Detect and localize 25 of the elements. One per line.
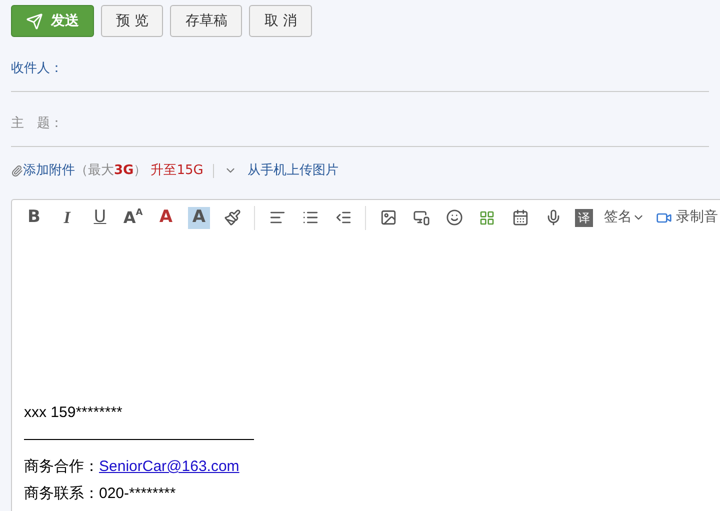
upgrade-link[interactable]: 升至15G: [150, 161, 204, 180]
bold-button[interactable]: B: [23, 206, 45, 228]
toolbar-button[interactable]: 取 消: [249, 5, 312, 37]
font-size-button[interactable]: A$^{A}$: [122, 206, 144, 228]
toolbar-button[interactable]: 存草稿: [170, 5, 242, 37]
underline-button[interactable]: U: [89, 206, 111, 228]
recipient-label: 收件人：: [11, 60, 63, 78]
contact-label: 商务合作：: [24, 457, 99, 477]
size-limit-text: （最大3G）: [75, 162, 147, 180]
paperclip-icon: [11, 164, 23, 178]
add-attachment-link[interactable]: 添加附件: [23, 161, 75, 180]
phone-number: 020-********: [99, 484, 176, 504]
toolbar-button[interactable]: 预 览: [101, 5, 164, 37]
signature-menu[interactable]: 签名: [604, 207, 645, 228]
send-icon: [26, 12, 43, 30]
record-video-button[interactable]: 录制音: [656, 207, 718, 228]
phone-upload-link[interactable]: 从手机上传图片: [247, 161, 338, 180]
highlight-button[interactable]: A: [188, 206, 210, 228]
signature-line: xxx 159********: [24, 403, 124, 423]
translate-button[interactable]: 译: [575, 208, 593, 226]
email-link[interactable]: SeniorCar@163.com: [99, 453, 240, 480]
subject-label: 主 题：: [11, 115, 63, 133]
italic-button[interactable]: I: [56, 206, 78, 228]
contact-label: 商务联系：: [24, 484, 99, 504]
font-color-button[interactable]: A: [155, 206, 177, 228]
